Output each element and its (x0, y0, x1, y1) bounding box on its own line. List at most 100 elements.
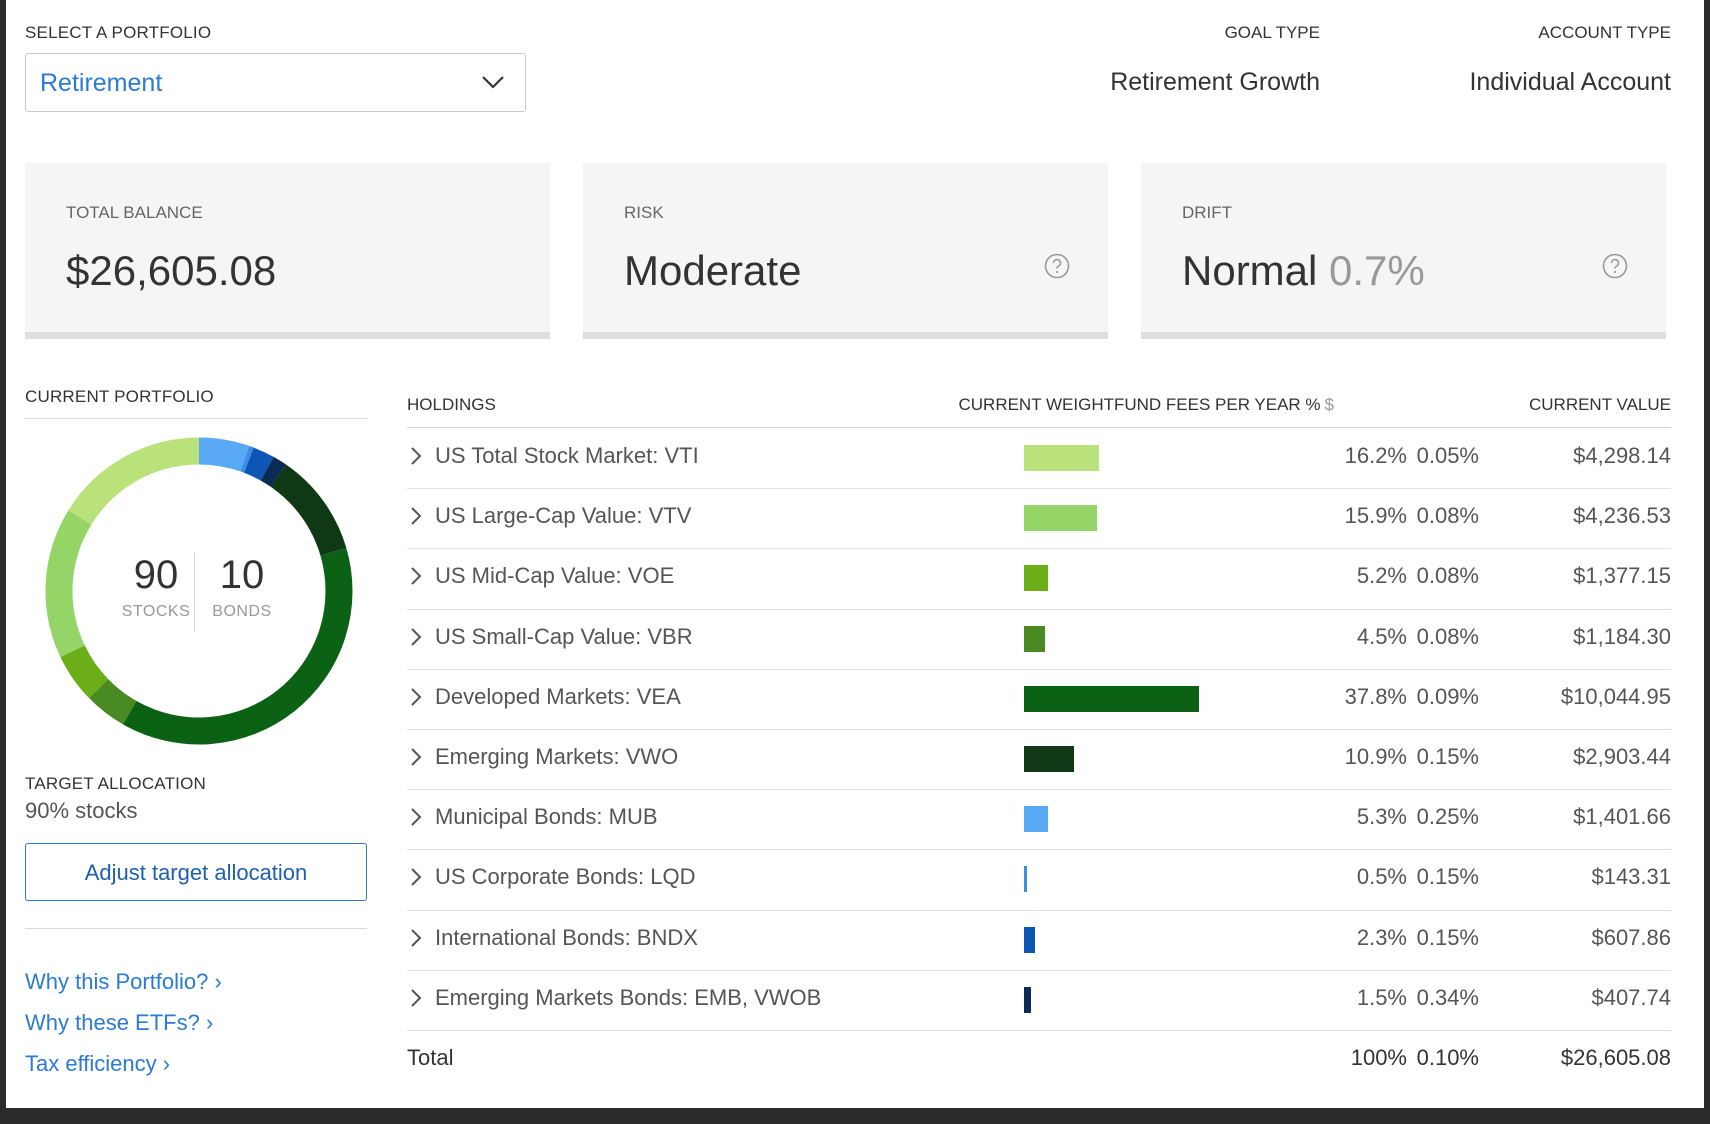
divider (25, 928, 367, 929)
chevron-right-icon[interactable] (407, 865, 425, 889)
holding-name: US Mid-Cap Value: VOE (435, 563, 675, 589)
drift-value: Normal 0.7% (1182, 247, 1425, 295)
chevron-right-icon[interactable] (407, 504, 425, 528)
holding-value: $1,377.15 (1573, 563, 1671, 589)
bonds-label: BONDS (212, 603, 272, 620)
fund-fees-header-label: FUND FEES PER YEAR % (1113, 395, 1321, 414)
chevron-right-icon[interactable] (407, 986, 425, 1010)
portfolio-select[interactable]: Retirement (25, 53, 526, 112)
holding-value: $10,044.95 (1560, 683, 1671, 709)
account-type-label: ACCOUNT TYPE (1538, 23, 1671, 42)
holding-value: $2,903.44 (1573, 744, 1671, 769)
goal-type-label: GOAL TYPE (1224, 23, 1320, 42)
target-allocation-label: TARGET ALLOCATION (25, 774, 206, 793)
dollar-icon[interactable]: $ (1325, 395, 1334, 414)
stocks-summary: 90 STOCKS (116, 555, 196, 621)
why-this-portfolio-link[interactable]: Why this Portfolio? › (25, 969, 222, 995)
holding-fee: 0.08% (1416, 563, 1479, 589)
chevron-right-icon[interactable] (407, 685, 425, 709)
total-value: $26,605.08 (1560, 1045, 1671, 1070)
divider (25, 418, 367, 419)
select-portfolio-label: SELECT A PORTFOLIO (25, 23, 212, 42)
table-row[interactable]: Emerging Markets Bonds: EMB, VWOB 1.5% 0.3… (407, 970, 1671, 1030)
donut-segment (88, 678, 137, 725)
drift-card: DRIFT Normal 0.7% (1141, 163, 1666, 339)
risk-label: RISK (624, 203, 664, 222)
why-these-etfs-link[interactable]: Why these ETFs? › (25, 1010, 213, 1036)
holding-fee: 0.25% (1416, 804, 1479, 830)
risk-card: RISK Moderate (583, 163, 1108, 339)
table-row[interactable]: Developed Markets: VEA 37.8% 0.09% $10,044.… (407, 669, 1671, 729)
current-weight-header: CURRENT WEIGHT (958, 395, 1114, 414)
chevron-right-icon[interactable] (407, 444, 425, 468)
holding-value: $4,236.53 (1573, 503, 1671, 529)
goal-type-value: Retirement Growth (1110, 68, 1320, 96)
portfolio-select-value: Retirement (40, 69, 163, 97)
stocks-percent: 90 (133, 553, 179, 597)
holding-name: US Corporate Bonds: LQD (435, 864, 696, 890)
portfolio-page: SELECT A PORTFOLIO Retirement GOAL TYPE … (6, 0, 1704, 1108)
stocks-label: STOCKS (121, 603, 191, 620)
holding-value: $407.74 (1591, 984, 1671, 1010)
weight-bar (1024, 926, 1035, 953)
allocation-donut-chart (45, 437, 353, 745)
weight-bar (1024, 866, 1027, 893)
risk-value: Moderate (624, 247, 802, 294)
holding-fee: 0.09% (1416, 683, 1479, 709)
table-row[interactable]: US Small-Cap Value: VBR 4.5% 0.08% $1,184.3… (407, 609, 1671, 669)
current-value-header: CURRENT VALUE (1528, 395, 1671, 414)
donut-segment (68, 437, 200, 525)
holdings-header: HOLDINGS (407, 395, 496, 414)
table-row[interactable]: Municipal Bonds: MUB 5.3% 0.25% $1,401.66 (407, 789, 1671, 849)
holding-name: US Large-Cap Value: VTV (435, 503, 692, 529)
donut-segment (240, 445, 254, 473)
holding-name: Developed Markets: VEA (435, 683, 681, 709)
chevron-down-icon (482, 76, 504, 89)
donut-segment (260, 456, 286, 487)
total-row: Total 100% 0.10% $26,605.08 (407, 1030, 1671, 1090)
fund-fees-header: FUND FEES PER YEAR % $ (1114, 395, 1334, 415)
adjust-target-allocation-button[interactable]: Adjust target allocation (25, 843, 367, 901)
total-label: Total (407, 1045, 454, 1070)
help-icon[interactable] (1044, 253, 1070, 279)
holding-name: Emerging Markets: VWO (435, 744, 679, 769)
table-row[interactable]: US Large-Cap Value: VTV 15.9% 0.08% $4,236.… (407, 488, 1671, 548)
holding-value: $1,184.30 (1573, 623, 1671, 649)
chevron-right-icon[interactable] (407, 564, 425, 588)
table-row[interactable]: US Corporate Bonds: LQD 0.5% 0.15% $143.31 (407, 849, 1671, 909)
table-row[interactable]: US Total Stock Market: VTI 16.2% 0.05% $4,2… (407, 428, 1671, 488)
chevron-right-icon[interactable] (407, 926, 425, 950)
drift-percent: 0.7% (1329, 247, 1425, 294)
weight-bar (1024, 986, 1031, 1013)
total-balance-value: $26,605.08 (66, 247, 277, 294)
tax-efficiency-link[interactable]: Tax efficiency › (25, 1051, 170, 1077)
table-row[interactable]: US Mid-Cap Value: VOE 5.2% 0.08% $1,377.15 (407, 548, 1671, 608)
holding-fee: 0.08% (1416, 623, 1479, 649)
chevron-right-icon[interactable] (407, 805, 425, 829)
weight-bar (1024, 565, 1049, 592)
weight-bar (1024, 505, 1098, 532)
holding-name: International Bonds: BNDX (435, 924, 698, 950)
donut-divider (194, 552, 195, 632)
holding-value: $4,298.14 (1573, 443, 1671, 468)
help-icon[interactable] (1602, 253, 1628, 279)
holding-fee: 0.15% (1416, 864, 1479, 890)
target-allocation-value: 90% stocks (25, 798, 138, 823)
table-row[interactable]: Emerging Markets: VWO 10.9% 0.15% $2,903.44 (407, 729, 1671, 789)
total-balance-card: TOTAL BALANCE $26,605.08 (25, 163, 550, 339)
bonds-percent: 10 (219, 553, 265, 597)
drift-status: Normal (1182, 247, 1318, 294)
chevron-right-icon[interactable] (407, 625, 425, 649)
holding-value: $143.31 (1591, 864, 1671, 890)
donut-segment (45, 510, 92, 657)
donut-segment (270, 464, 347, 556)
weight-bar (1024, 445, 1099, 471)
table-row[interactable]: International Bonds: BNDX 2.3% 0.15% $607.8… (407, 910, 1671, 970)
holding-fee: 0.15% (1416, 924, 1479, 950)
donut-segment (198, 437, 250, 472)
holding-fee: 0.34% (1416, 984, 1479, 1010)
donut-segment (60, 644, 109, 698)
chevron-right-icon[interactable] (407, 745, 425, 769)
holding-fee: 0.05% (1416, 443, 1479, 468)
holding-name: US Total Stock Market: VTI (435, 443, 699, 468)
